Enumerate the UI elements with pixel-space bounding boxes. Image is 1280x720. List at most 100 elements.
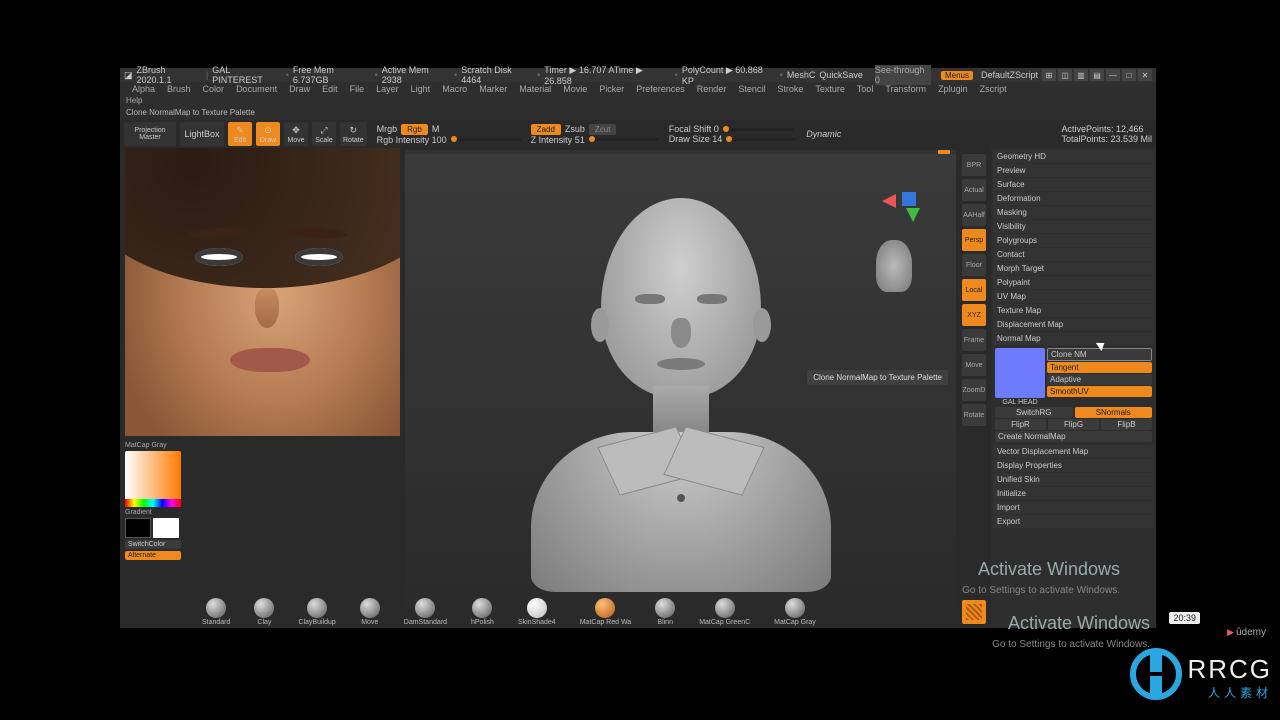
menu-stroke[interactable]: Stroke bbox=[771, 84, 809, 94]
material-hpolish[interactable]: hPolish bbox=[471, 598, 494, 626]
palette-visibility[interactable]: Visibility bbox=[993, 220, 1154, 233]
material-skinshade4[interactable]: SkinShade4 bbox=[518, 598, 556, 626]
nav-actual-button[interactable]: Actual bbox=[962, 179, 986, 201]
color-picker[interactable] bbox=[125, 451, 181, 507]
menu-edit[interactable]: Edit bbox=[316, 84, 344, 94]
menu-material[interactable]: Material bbox=[513, 84, 557, 94]
menu-texture[interactable]: Texture bbox=[809, 84, 851, 94]
menu-color[interactable]: Color bbox=[197, 84, 231, 94]
nav-frame-button[interactable]: Frame bbox=[962, 329, 986, 351]
maximize-icon[interactable]: □ bbox=[1122, 69, 1136, 81]
palette-display-properties[interactable]: Display Properties bbox=[993, 459, 1154, 472]
nav-persp-button[interactable]: Persp bbox=[962, 229, 986, 251]
palette-masking[interactable]: Masking bbox=[993, 206, 1154, 219]
palette-unified-skin[interactable]: Unified Skin bbox=[993, 473, 1154, 486]
nav-aahalf-button[interactable]: AAHalf bbox=[962, 204, 986, 226]
material-clay[interactable]: Clay bbox=[254, 598, 274, 626]
focal-shift-slider[interactable]: Focal Shift 0 bbox=[669, 124, 719, 134]
flipg-toggle[interactable]: FlipG bbox=[1048, 419, 1099, 430]
palette-preview[interactable]: Preview bbox=[993, 164, 1154, 177]
draw-mode-button[interactable]: ⊙Draw bbox=[256, 122, 280, 146]
camera-preview-head[interactable] bbox=[876, 240, 912, 292]
menu-brush[interactable]: Brush bbox=[161, 84, 197, 94]
edit-mode-button[interactable]: ✎Edit bbox=[228, 122, 252, 146]
menus-toggle[interactable]: Menus bbox=[941, 71, 973, 80]
palette-import[interactable]: Import bbox=[993, 501, 1154, 514]
zcut-toggle[interactable]: Zcut bbox=[589, 124, 617, 135]
m-toggle[interactable]: M bbox=[432, 124, 440, 134]
draw-size-slider[interactable]: Draw Size 14 bbox=[669, 134, 723, 144]
minimize-icon[interactable]: — bbox=[1106, 69, 1120, 81]
scale-mode-button[interactable]: ⤢Scale bbox=[312, 122, 336, 146]
rotate-mode-button[interactable]: ↻Rotate bbox=[340, 122, 367, 146]
palette-vector-displacement-map[interactable]: Vector Displacement Map bbox=[993, 445, 1154, 458]
z-intensity-track[interactable] bbox=[589, 138, 659, 141]
help-row[interactable]: Help bbox=[120, 96, 1156, 108]
zbrush-signature-button[interactable] bbox=[962, 600, 986, 624]
flipr-toggle[interactable]: FlipR bbox=[995, 419, 1046, 430]
zsub-toggle[interactable]: Zsub bbox=[565, 124, 585, 134]
nav-rotate-button[interactable]: Rotate bbox=[962, 404, 986, 426]
gradient-label[interactable]: Gradient bbox=[125, 509, 189, 516]
zadd-toggle[interactable]: Zadd bbox=[531, 124, 561, 135]
z-intensity-slider[interactable]: Z Intensity 51 bbox=[531, 135, 585, 145]
menu-marker[interactable]: Marker bbox=[473, 84, 513, 94]
material-standard[interactable]: Standard bbox=[202, 598, 230, 626]
menu-movie[interactable]: Movie bbox=[557, 84, 593, 94]
material-matcap-greenc[interactable]: MatCap GreenC bbox=[699, 598, 750, 626]
snormals-toggle[interactable]: SNormals bbox=[1075, 407, 1153, 418]
palette-export[interactable]: Export bbox=[993, 515, 1154, 528]
palette-contact[interactable]: Contact bbox=[993, 248, 1154, 261]
sculpt-mesh[interactable] bbox=[521, 198, 841, 580]
create-normalmap-button[interactable]: Create NormalMap bbox=[995, 431, 1152, 442]
nav-floor-button[interactable]: Floor bbox=[962, 254, 986, 276]
menu-transform[interactable]: Transform bbox=[879, 84, 932, 94]
palette-initialize[interactable]: Initialize bbox=[993, 487, 1154, 500]
switchcolor-button[interactable]: SwitchColor bbox=[125, 540, 181, 549]
menu-zscript[interactable]: Zscript bbox=[974, 84, 1013, 94]
layout2-icon[interactable]: ◫ bbox=[1058, 69, 1072, 81]
quicksave-button[interactable]: QuickSave bbox=[819, 70, 863, 80]
menu-light[interactable]: Light bbox=[405, 84, 437, 94]
lightbox-button[interactable]: LightBox bbox=[180, 122, 224, 146]
rgb-intensity-track[interactable] bbox=[451, 138, 521, 141]
dynamic-toggle[interactable]: Dynamic bbox=[806, 129, 841, 139]
menu-zplugin[interactable]: Zplugin bbox=[932, 84, 974, 94]
nav-zoomd-button[interactable]: ZoomD bbox=[962, 379, 986, 401]
menu-stencil[interactable]: Stencil bbox=[732, 84, 771, 94]
menu-alpha[interactable]: Alpha bbox=[126, 84, 161, 94]
palette-polygroups[interactable]: Polygroups bbox=[993, 234, 1154, 247]
axis-widget[interactable] bbox=[878, 190, 918, 230]
mrgb-toggle[interactable]: Mrgb bbox=[377, 124, 398, 134]
rgb-toggle[interactable]: Rgb bbox=[401, 124, 428, 135]
swatch-secondary[interactable] bbox=[125, 518, 151, 538]
focal-track[interactable] bbox=[723, 128, 793, 131]
palette-displacement-map[interactable]: Displacement Map bbox=[993, 318, 1154, 331]
move-mode-button[interactable]: ✥Move bbox=[284, 122, 308, 146]
alternate-button[interactable]: Alternate bbox=[125, 551, 181, 560]
nav-bpr-button[interactable]: BPR bbox=[962, 154, 986, 176]
palette-uv-map[interactable]: UV Map bbox=[993, 290, 1154, 303]
smoothuv-toggle[interactable]: SmoothUV bbox=[1047, 386, 1152, 397]
tangent-toggle[interactable]: Tangent bbox=[1047, 362, 1152, 373]
flipb-toggle[interactable]: FlipB bbox=[1101, 419, 1152, 430]
palette-surface[interactable]: Surface bbox=[993, 178, 1154, 191]
swatch-primary[interactable] bbox=[153, 518, 179, 538]
default-zscript[interactable]: DefaultZScript bbox=[981, 70, 1038, 80]
menu-picker[interactable]: Picker bbox=[593, 84, 630, 94]
nav-move-button[interactable]: Move bbox=[962, 354, 986, 376]
menu-document[interactable]: Document bbox=[230, 84, 283, 94]
layout4-icon[interactable]: ▤ bbox=[1090, 69, 1104, 81]
drawsize-track[interactable] bbox=[726, 138, 796, 141]
seethrough-slider[interactable]: See-through 0 bbox=[875, 65, 931, 85]
palette-normal-map[interactable]: Normal Map bbox=[993, 332, 1154, 345]
layout3-icon[interactable]: ▥ bbox=[1074, 69, 1088, 81]
menu-file[interactable]: File bbox=[344, 84, 371, 94]
palette-polypaint[interactable]: Polypaint bbox=[993, 276, 1154, 289]
nav-xyz-button[interactable]: XYZ bbox=[962, 304, 986, 326]
normal-map-thumbnail[interactable] bbox=[995, 348, 1045, 398]
menu-tool[interactable]: Tool bbox=[851, 84, 880, 94]
material-damstandard[interactable]: DamStandard bbox=[404, 598, 447, 626]
menu-macro[interactable]: Macro bbox=[436, 84, 473, 94]
rgb-intensity-slider[interactable]: Rgb Intensity 100 bbox=[377, 135, 447, 145]
